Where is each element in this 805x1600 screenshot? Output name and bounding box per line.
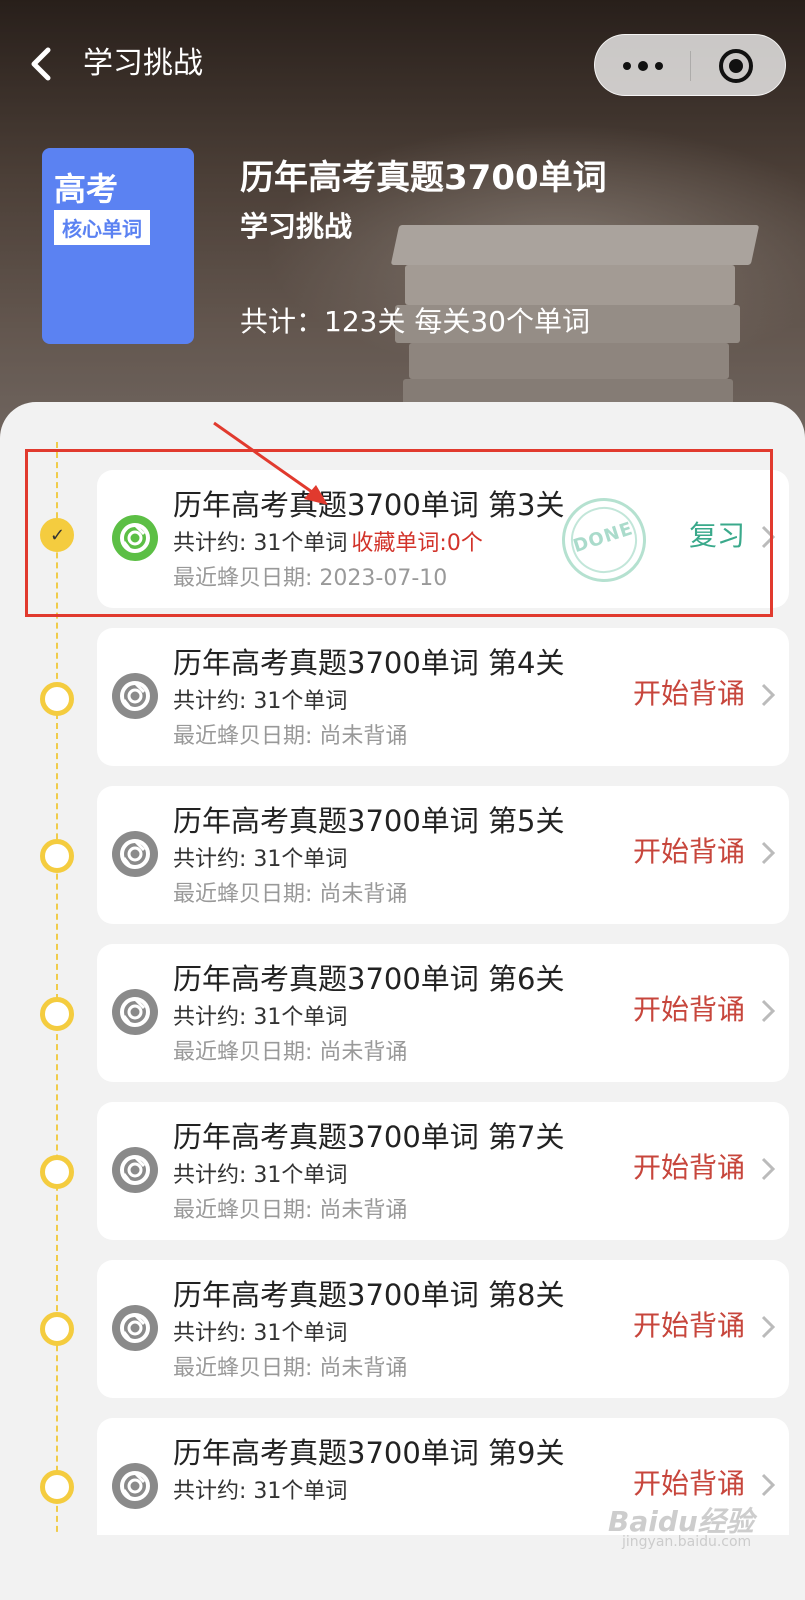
level-title: 历年高考真题3700单词 第5关	[173, 804, 565, 838]
navigation-bar: 学习挑战	[0, 30, 805, 100]
last-study-date: 最近蜂贝日期: 尚未背诵	[173, 724, 408, 749]
start-recite-button[interactable]: 开始背诵	[633, 672, 745, 712]
chevron-right-icon	[761, 683, 776, 707]
book-stats: 共计：123关 每关30个单词	[240, 305, 590, 338]
level-word-count: 共计约: 31个单词	[173, 847, 348, 872]
annotation-arrow-icon	[213, 421, 328, 505]
level-card-8[interactable]: 历年高考真题3700单词 第8关 共计约: 31个单词 最近蜂贝日期: 尚未背诵…	[97, 1260, 789, 1398]
last-study-date: 最近蜂贝日期: 尚未背诵	[173, 1356, 408, 1381]
last-study-date: 最近蜂贝日期: 尚未背诵	[173, 1198, 408, 1223]
level-card-5[interactable]: 历年高考真题3700单词 第5关 共计约: 31个单词 最近蜂贝日期: 尚未背诵…	[97, 786, 789, 924]
level-title: 历年高考真题3700单词 第4关	[173, 646, 565, 680]
start-recite-button[interactable]: 开始背诵	[633, 988, 745, 1028]
header-banner: 学习挑战 高考 核心单词 历年高考真题3700单词 学习挑战 共计：123关 每…	[0, 0, 805, 440]
level-word-count: 共计约: 31个单词	[173, 689, 348, 714]
level-title: 历年高考真题3700单词 第8关	[173, 1278, 565, 1312]
book-subtitle: 学习挑战	[240, 210, 353, 243]
timeline-node	[40, 1155, 74, 1189]
chevron-right-icon	[761, 1315, 776, 1339]
close-miniprogram-icon[interactable]	[717, 47, 755, 85]
start-recite-button[interactable]: 开始背诵	[633, 1146, 745, 1186]
cover-title: 高考	[54, 170, 119, 208]
shutter-icon	[112, 1463, 158, 1509]
level-word-count: 共计约: 31个单词	[173, 1479, 348, 1504]
cover-tag: 核心单词	[54, 210, 150, 245]
more-dots-icon[interactable]	[621, 55, 665, 77]
shutter-icon	[112, 1305, 158, 1351]
level-word-count: 共计约: 31个单词	[173, 1005, 348, 1030]
shutter-icon	[112, 673, 158, 719]
level-card-6[interactable]: 历年高考真题3700单词 第6关 共计约: 31个单词 最近蜂贝日期: 尚未背诵…	[97, 944, 789, 1082]
watermark-subtext: jingyan.baidu.com	[622, 1534, 752, 1550]
level-word-count: 共计约: 31个单词	[173, 1163, 348, 1188]
level-title: 历年高考真题3700单词 第6关	[173, 962, 565, 996]
start-recite-button[interactable]: 开始背诵	[633, 1304, 745, 1344]
miniprogram-capsule	[594, 34, 786, 96]
timeline-node	[40, 1470, 74, 1504]
chevron-right-icon	[761, 999, 776, 1023]
timeline-node	[40, 682, 74, 716]
timeline-node	[40, 1312, 74, 1346]
level-title: 历年高考真题3700单词 第9关	[173, 1436, 565, 1470]
shutter-icon	[112, 1147, 158, 1193]
annotation-highlight-box	[25, 449, 773, 617]
timeline-node	[40, 997, 74, 1031]
chevron-right-icon	[761, 1157, 776, 1181]
shutter-icon	[112, 831, 158, 877]
level-card-7[interactable]: 历年高考真题3700单词 第7关 共计约: 31个单词 最近蜂贝日期: 尚未背诵…	[97, 1102, 789, 1240]
level-word-count: 共计约: 31个单词	[173, 1321, 348, 1346]
book-name: 历年高考真题3700单词	[240, 158, 607, 198]
chevron-right-icon	[761, 841, 776, 865]
page-title: 学习挑战	[83, 46, 203, 81]
baidu-watermark: Baidu经验 jingyan.baidu.com	[600, 1500, 760, 1560]
timeline-node	[40, 839, 74, 873]
capsule-divider	[690, 51, 691, 81]
start-recite-button[interactable]: 开始背诵	[633, 830, 745, 870]
book-cover: 高考 核心单词	[42, 148, 194, 344]
last-study-date: 最近蜂贝日期: 尚未背诵	[173, 882, 408, 907]
back-arrow-icon[interactable]	[22, 44, 62, 84]
level-card-4[interactable]: 历年高考真题3700单词 第4关 共计约: 31个单词 最近蜂贝日期: 尚未背诵…	[97, 628, 789, 766]
shutter-icon	[112, 989, 158, 1035]
level-title: 历年高考真题3700单词 第7关	[173, 1120, 565, 1154]
chevron-right-icon	[761, 1473, 776, 1497]
last-study-date: 最近蜂贝日期: 尚未背诵	[173, 1040, 408, 1065]
start-recite-button[interactable]: 开始背诵	[633, 1462, 745, 1502]
